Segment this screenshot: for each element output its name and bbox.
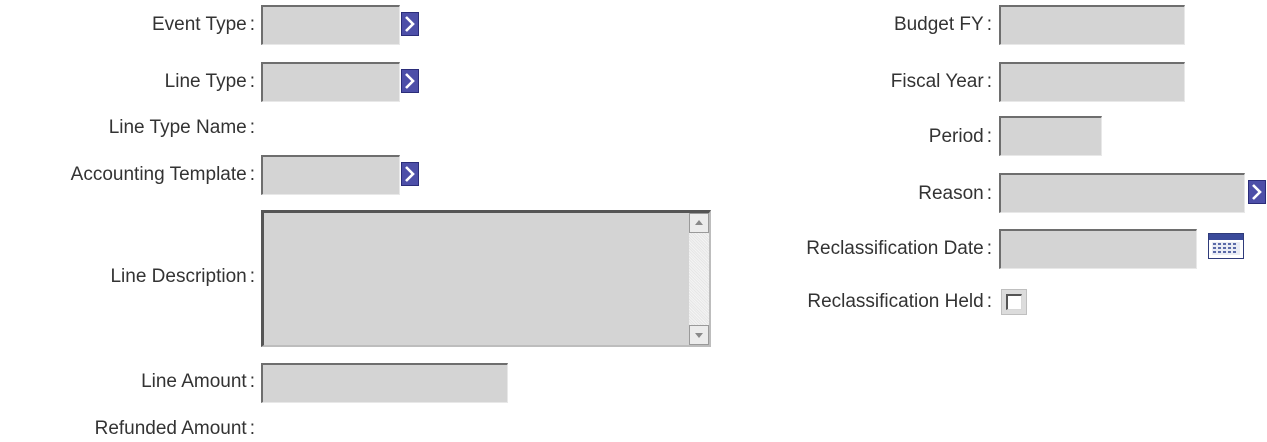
event-type-label: Event Type: xyxy=(152,14,255,36)
fiscal-year-label-text: Fiscal Year xyxy=(890,71,984,92)
reclassification-held-label: Reclassification Held: xyxy=(807,291,992,313)
period-label: Period: xyxy=(929,126,992,148)
colon: : xyxy=(986,238,992,259)
chevron-right-icon xyxy=(1252,184,1262,200)
colon: : xyxy=(249,371,255,392)
colon: : xyxy=(986,183,992,204)
line-type-input[interactable] xyxy=(261,62,400,102)
colon: : xyxy=(986,71,992,92)
refunded-amount-label: Refunded Amount: xyxy=(95,418,255,440)
refunded-amount-label-text: Refunded Amount xyxy=(94,418,247,439)
accounting-template-label-text: Accounting Template xyxy=(70,164,247,185)
reason-lookup-button[interactable] xyxy=(1248,180,1266,204)
checkbox-box xyxy=(1006,294,1022,310)
colon: : xyxy=(986,126,992,147)
line-description-label-text: Line Description xyxy=(110,266,247,287)
budget-fy-input[interactable] xyxy=(999,5,1185,45)
reclassification-held-checkbox[interactable] xyxy=(1001,289,1027,315)
line-amount-input[interactable] xyxy=(261,363,508,403)
reclassification-held-label-text: Reclassification Held xyxy=(807,291,984,312)
event-type-label-text: Event Type xyxy=(152,14,247,35)
colon: : xyxy=(986,14,992,35)
chevron-right-icon xyxy=(405,166,415,182)
colon: : xyxy=(249,117,255,138)
line-type-name-label: Line Type Name: xyxy=(109,117,255,139)
accounting-template-input[interactable] xyxy=(261,155,400,195)
chevron-right-icon xyxy=(405,16,415,32)
line-type-lookup-button[interactable] xyxy=(401,69,419,93)
line-type-name-label-text: Line Type Name xyxy=(108,117,247,138)
accounting-template-lookup-button[interactable] xyxy=(401,162,419,186)
reclassification-date-label-text: Reclassification Date xyxy=(806,238,984,259)
event-type-input[interactable] xyxy=(261,5,400,45)
budget-fy-label: Budget FY: xyxy=(894,14,992,36)
reclassification-date-label: Reclassification Date: xyxy=(806,238,992,260)
calendar-button[interactable] xyxy=(1208,233,1244,259)
period-label-text: Period xyxy=(928,126,984,147)
colon: : xyxy=(986,291,992,312)
budget-fy-label-text: Budget FY xyxy=(893,14,984,35)
fiscal-year-input[interactable] xyxy=(999,62,1185,102)
period-input[interactable] xyxy=(999,116,1102,156)
event-type-lookup-button[interactable] xyxy=(401,12,419,36)
reclassification-date-input[interactable] xyxy=(999,229,1197,269)
line-amount-label: Line Amount: xyxy=(141,371,255,393)
reason-label-text: Reason xyxy=(918,183,984,204)
colon: : xyxy=(249,164,255,185)
line-description-scrollbar[interactable] xyxy=(689,213,709,345)
reason-input[interactable] xyxy=(999,173,1245,213)
line-amount-label-text: Line Amount xyxy=(141,371,247,392)
colon: : xyxy=(249,14,255,35)
scroll-up-icon xyxy=(695,220,703,225)
colon: : xyxy=(249,71,255,92)
line-description-textarea[interactable] xyxy=(261,210,711,347)
scroll-down-button[interactable] xyxy=(689,325,709,345)
fiscal-year-label: Fiscal Year: xyxy=(891,71,992,93)
colon: : xyxy=(249,266,255,287)
line-type-label: Line Type: xyxy=(165,71,255,93)
line-description-label: Line Description: xyxy=(110,266,255,288)
scroll-down-icon xyxy=(695,333,703,338)
scroll-up-button[interactable] xyxy=(689,213,709,233)
reason-label: Reason: xyxy=(918,183,992,205)
calendar-icon xyxy=(1209,234,1243,255)
chevron-right-icon xyxy=(405,73,415,89)
accounting-template-label: Accounting Template: xyxy=(71,164,255,186)
colon: : xyxy=(249,418,255,439)
line-type-label-text: Line Type xyxy=(164,71,247,92)
